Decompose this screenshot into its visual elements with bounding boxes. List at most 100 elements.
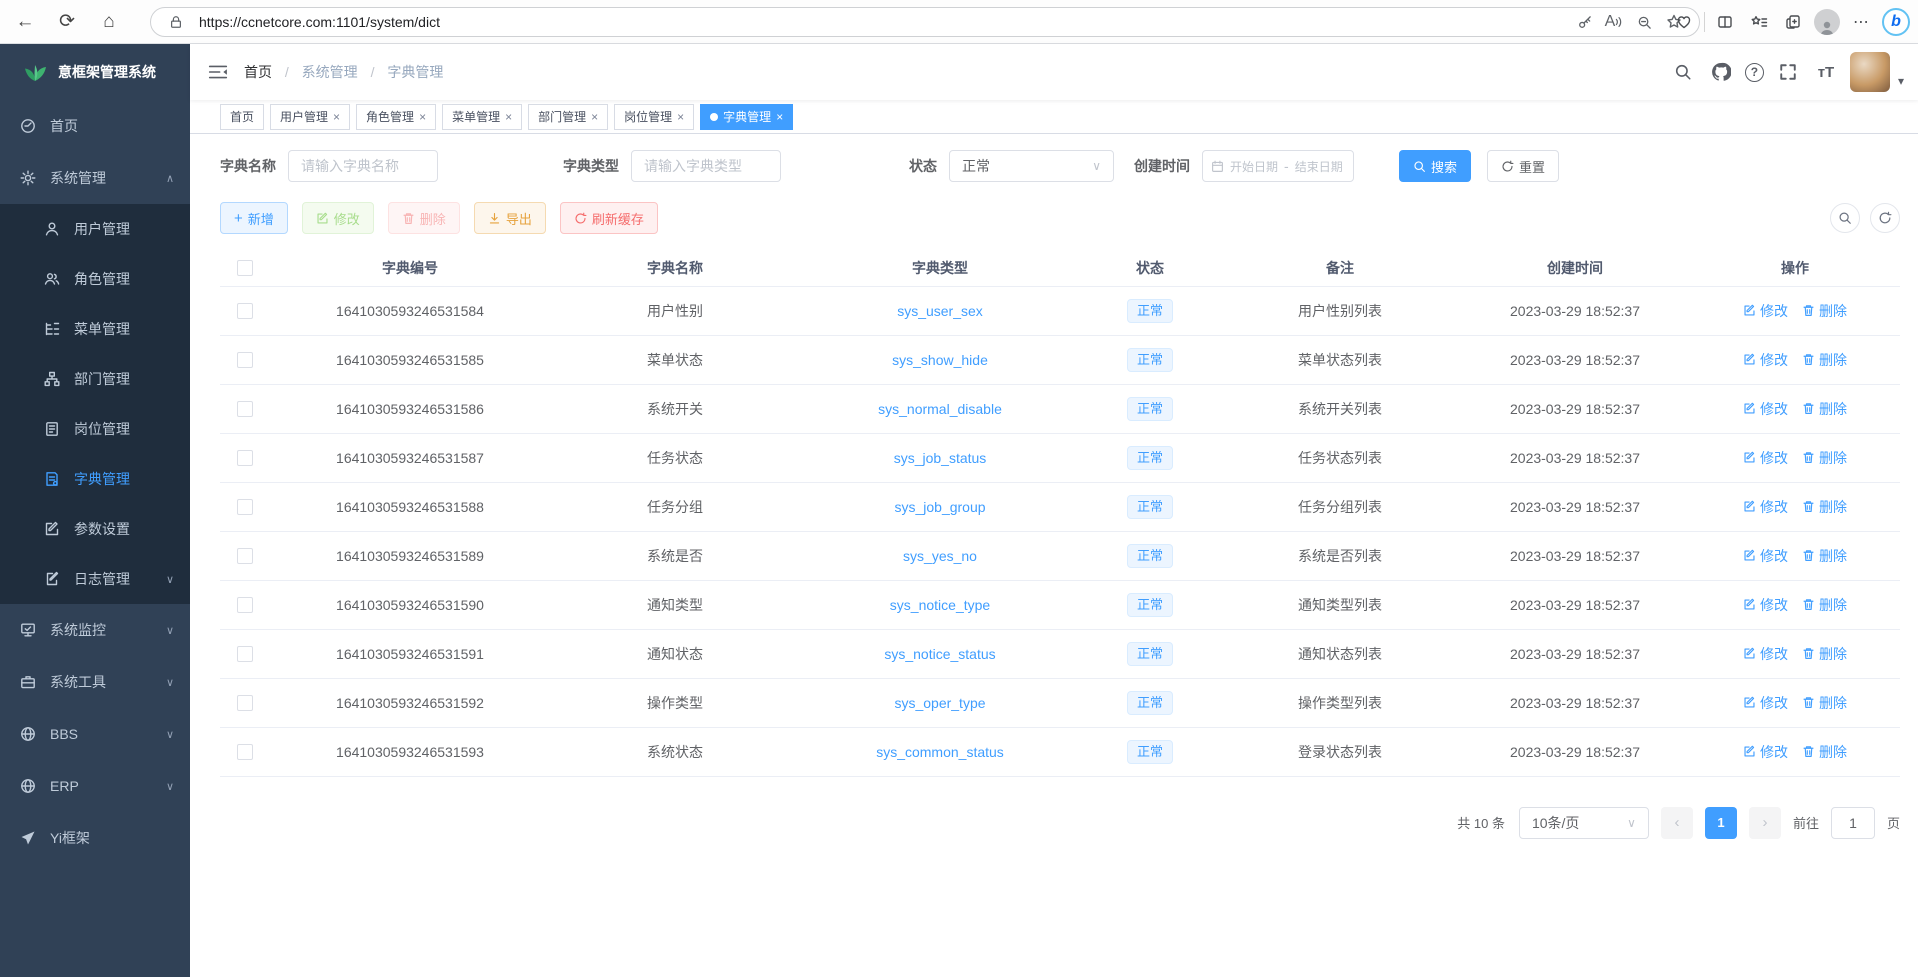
font-size-icon[interactable]: тT: [1812, 58, 1840, 86]
browser-refresh-button[interactable]: ⟳: [50, 5, 84, 39]
read-aloud-icon[interactable]: A: [1599, 9, 1629, 35]
row-checkbox[interactable]: [237, 352, 253, 368]
sidebar-item-dict-management[interactable]: 字典管理: [0, 454, 190, 504]
close-tab-icon[interactable]: ×: [419, 110, 426, 124]
zoom-out-icon[interactable]: [1629, 9, 1659, 35]
browser-back-button[interactable]: ←: [8, 5, 42, 39]
sidebar-item-system-management[interactable]: 系统管理 ∧: [0, 152, 190, 204]
close-tab-icon[interactable]: ×: [505, 110, 512, 124]
row-checkbox[interactable]: [237, 450, 253, 466]
split-screen-icon[interactable]: [1708, 5, 1742, 39]
header-search-icon[interactable]: [1669, 58, 1697, 86]
dict-type-link[interactable]: sys_yes_no: [903, 548, 977, 564]
row-delete-link[interactable]: 删除: [1802, 448, 1847, 468]
dict-type-link[interactable]: sys_common_status: [876, 744, 1004, 760]
goto-page-input[interactable]: 1: [1831, 807, 1875, 839]
help-icon[interactable]: ?: [1745, 63, 1764, 82]
row-delete-link[interactable]: 删除: [1802, 742, 1847, 762]
sidebar-item-erp[interactable]: ERP ∨: [0, 760, 190, 812]
prev-page-button[interactable]: ‹: [1661, 807, 1693, 839]
dict-type-link[interactable]: sys_job_group: [894, 499, 985, 515]
user-avatar[interactable]: [1850, 52, 1890, 92]
refresh-table-button[interactable]: [1870, 203, 1900, 233]
avatar-dropdown-icon[interactable]: ▾: [1898, 74, 1904, 92]
status-select[interactable]: 正常 ∨: [949, 150, 1114, 182]
tab-role-management[interactable]: 角色管理 ×: [356, 104, 436, 130]
tab-post-management[interactable]: 岗位管理 ×: [614, 104, 694, 130]
search-button[interactable]: 搜索: [1399, 150, 1471, 182]
tab-home[interactable]: 首页: [220, 104, 264, 130]
row-checkbox[interactable]: [237, 499, 253, 515]
row-checkbox[interactable]: [237, 646, 253, 662]
app-logo[interactable]: 意框架管理系统: [0, 44, 190, 100]
row-delete-link[interactable]: 删除: [1802, 497, 1847, 517]
row-edit-link[interactable]: 修改: [1743, 399, 1788, 419]
next-page-button[interactable]: ›: [1749, 807, 1781, 839]
row-edit-link[interactable]: 修改: [1743, 693, 1788, 713]
row-edit-link[interactable]: 修改: [1743, 546, 1788, 566]
select-all-checkbox[interactable]: [237, 260, 253, 276]
dict-type-link[interactable]: sys_oper_type: [894, 695, 985, 711]
sidebar-item-user-management[interactable]: 用户管理: [0, 204, 190, 254]
edit-button[interactable]: 修改: [302, 202, 374, 234]
row-checkbox[interactable]: [237, 744, 253, 760]
sidebar-item-department-management[interactable]: 部门管理: [0, 354, 190, 404]
collections-icon[interactable]: [1776, 5, 1810, 39]
row-edit-link[interactable]: 修改: [1743, 742, 1788, 762]
dict-type-input[interactable]: 请输入字典类型: [631, 150, 781, 182]
copilot-icon[interactable]: b: [1882, 8, 1910, 36]
close-tab-icon[interactable]: ×: [591, 110, 598, 124]
row-delete-link[interactable]: 删除: [1802, 546, 1847, 566]
date-range-picker[interactable]: 开始日期 - 结束日期: [1202, 150, 1354, 182]
password-key-icon[interactable]: [1569, 9, 1599, 35]
row-edit-link[interactable]: 修改: [1743, 595, 1788, 615]
breadcrumb-home[interactable]: 首页: [244, 64, 272, 80]
dict-type-link[interactable]: sys_notice_type: [890, 597, 990, 613]
row-edit-link[interactable]: 修改: [1743, 448, 1788, 468]
favorites-icon[interactable]: [1742, 5, 1776, 39]
row-edit-link[interactable]: 修改: [1743, 350, 1788, 370]
row-checkbox[interactable]: [237, 548, 253, 564]
dict-type-link[interactable]: sys_job_status: [894, 450, 987, 466]
address-bar[interactable]: https://ccnetcore.com:1101/system/dict A: [150, 7, 1700, 37]
sidebar-item-post-management[interactable]: 岗位管理: [0, 404, 190, 454]
row-checkbox[interactable]: [237, 401, 253, 417]
dict-type-link[interactable]: sys_normal_disable: [878, 401, 1002, 417]
refresh-cache-button[interactable]: 刷新缓存: [560, 202, 658, 234]
row-delete-link[interactable]: 删除: [1802, 399, 1847, 419]
row-edit-link[interactable]: 修改: [1743, 301, 1788, 321]
row-edit-link[interactable]: 修改: [1743, 497, 1788, 517]
toggle-search-button[interactable]: [1830, 203, 1860, 233]
tab-department-management[interactable]: 部门管理 ×: [528, 104, 608, 130]
sidebar-item-menu-management[interactable]: 菜单管理: [0, 304, 190, 354]
sidebar-toggle-icon[interactable]: [208, 63, 228, 81]
browser-settings-more-icon[interactable]: ⋯: [1844, 5, 1878, 39]
sidebar-item-role-management[interactable]: 角色管理: [0, 254, 190, 304]
tab-user-management[interactable]: 用户管理 ×: [270, 104, 350, 130]
export-button[interactable]: 导出: [474, 202, 546, 234]
row-edit-link[interactable]: 修改: [1743, 644, 1788, 664]
dict-type-link[interactable]: sys_user_sex: [897, 303, 983, 319]
tab-dict-management[interactable]: 字典管理 ×: [700, 104, 793, 130]
delete-button[interactable]: 删除: [388, 202, 460, 234]
sidebar-item-bbs[interactable]: BBS ∨: [0, 708, 190, 760]
sidebar-item-system-tools[interactable]: 系统工具 ∨: [0, 656, 190, 708]
browser-home-button[interactable]: ⌂: [92, 5, 126, 39]
row-delete-link[interactable]: 删除: [1802, 350, 1847, 370]
add-button[interactable]: + 新增: [220, 202, 288, 234]
browser-profile-icon[interactable]: [1810, 5, 1844, 39]
dict-type-link[interactable]: sys_show_hide: [892, 352, 988, 368]
close-tab-icon[interactable]: ×: [776, 110, 783, 124]
dict-type-link[interactable]: sys_notice_status: [884, 646, 995, 662]
dict-name-input[interactable]: 请输入字典名称: [288, 150, 438, 182]
tab-menu-management[interactable]: 菜单管理 ×: [442, 104, 522, 130]
current-page-button[interactable]: 1: [1705, 807, 1737, 839]
github-icon[interactable]: [1707, 58, 1735, 86]
row-checkbox[interactable]: [237, 303, 253, 319]
sidebar-item-yi-framework[interactable]: Yi框架: [0, 812, 190, 864]
sidebar-item-parameter-settings[interactable]: 参数设置: [0, 504, 190, 554]
row-checkbox[interactable]: [237, 695, 253, 711]
close-tab-icon[interactable]: ×: [333, 110, 340, 124]
sidebar-item-system-monitor[interactable]: 系统监控 ∨: [0, 604, 190, 656]
sidebar-item-home[interactable]: 首页: [0, 100, 190, 152]
